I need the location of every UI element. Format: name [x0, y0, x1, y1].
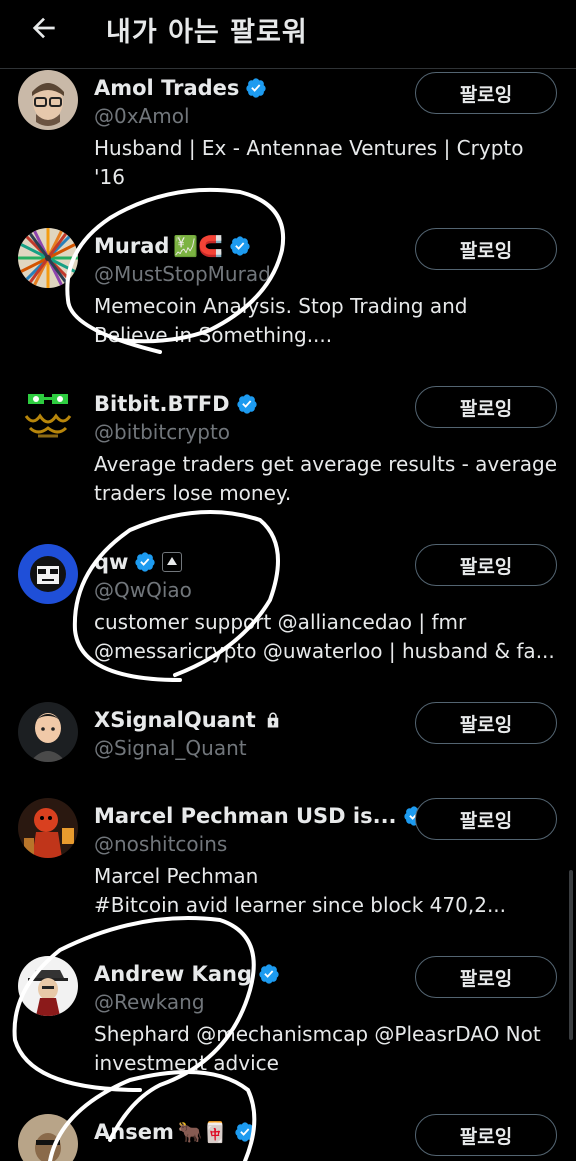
user-name: Murad [94, 234, 170, 258]
list-item[interactable]: qw @QwQiao customer support @alliancedao… [0, 542, 576, 698]
user-name: Amol Trades [94, 76, 240, 100]
bio-line: Average traders get average results - av… [94, 452, 558, 476]
user-name: Bitbit.BTFD [94, 392, 230, 416]
user-name: XSignalQuant [94, 708, 256, 732]
user-handle[interactable]: @Rewkang [94, 990, 205, 1014]
user-bio: Memecoin Analysis. Stop Trading and Beli… [94, 292, 564, 350]
following-button[interactable]: 팔로잉 [415, 1114, 557, 1156]
avatar[interactable] [18, 702, 78, 762]
bio-line: Believe in Something.... [94, 323, 333, 347]
bio-line: #Bitcoin avid learner since block 470,2.… [94, 893, 507, 917]
user-handle[interactable]: @QwQiao [94, 578, 192, 602]
list-item[interactable]: Ansem 🐂🀄 팔로잉 [0, 1112, 576, 1161]
user-name-row: Ansem 🐂🀄 [94, 1117, 256, 1147]
user-bio: Marcel Pechman #Bitcoin avid learner sin… [94, 862, 564, 920]
bio-line: Marcel Pechman [94, 864, 259, 888]
user-name-row: Marcel Pechman USD is... [94, 801, 425, 831]
scrollbar[interactable] [569, 870, 573, 1040]
list-item[interactable]: Bitbit.BTFD @bitbitcrypto Average trader… [0, 384, 576, 540]
user-name: qw [94, 550, 129, 574]
user-name-row: qw [94, 547, 183, 577]
bio-line: '16 [94, 165, 125, 189]
following-button[interactable]: 팔로잉 [415, 956, 557, 998]
user-name-row: XSignalQuant [94, 705, 282, 735]
avatar[interactable] [18, 70, 78, 130]
verified-badge-icon [245, 77, 267, 99]
user-handle[interactable]: @0xAmol [94, 104, 190, 128]
verified-badge-icon [236, 393, 258, 415]
user-name-row: Bitbit.BTFD [94, 389, 258, 419]
page-title: 내가 아는 팔로워 [106, 17, 308, 48]
bio-line: Memecoin Analysis. Stop Trading and [94, 294, 468, 318]
user-bio: customer support @alliancedao | fmr @mes… [94, 608, 564, 666]
user-bio: Shephard @mechanismcap @PleasrDAO Not in… [94, 1020, 564, 1078]
user-bio: Average traders get average results - av… [94, 450, 564, 508]
bio-line: Shephard @mechanismcap @PleasrDAO Not [94, 1022, 541, 1046]
following-button[interactable]: 팔로잉 [415, 386, 557, 428]
list-item[interactable]: Murad 💹🧲 @MustStopMurad Memecoin Analysi… [0, 226, 576, 382]
user-handle[interactable]: @noshitcoins [94, 832, 227, 856]
user-handle[interactable]: @Signal_Quant [94, 736, 247, 760]
verified-badge-icon [229, 235, 251, 257]
list-item[interactable]: Marcel Pechman USD is... @noshitcoins Ma… [0, 796, 576, 952]
following-button[interactable]: 팔로잉 [415, 798, 557, 840]
user-name-row: Amol Trades [94, 73, 267, 103]
following-button[interactable]: 팔로잉 [415, 72, 557, 114]
arrow-left-icon[interactable] [28, 12, 60, 44]
avatar[interactable] [18, 228, 78, 288]
list-item[interactable]: Amol Trades @0xAmol Husband | Ex - Anten… [0, 68, 576, 224]
list-item[interactable]: XSignalQuant @Signal_Quant 팔로잉 [0, 700, 576, 796]
affiliate-badge-icon[interactable] [162, 552, 183, 572]
user-bio: Husband | Ex - Antennae Ventures | Crypt… [94, 134, 564, 192]
user-handle[interactable]: @bitbitcrypto [94, 420, 230, 444]
user-name: Andrew Kang [94, 962, 252, 986]
list-item[interactable]: Andrew Kang @Rewkang Shephard @mechanism… [0, 954, 576, 1110]
name-emoji: 💹🧲 [173, 234, 224, 258]
following-button[interactable]: 팔로잉 [415, 544, 557, 586]
name-emoji: 🐂🀄 [177, 1120, 228, 1144]
verified-badge-icon [234, 1121, 256, 1143]
avatar[interactable] [18, 798, 78, 858]
user-name-row: Andrew Kang [94, 959, 280, 989]
user-name: Ansem [94, 1120, 174, 1144]
avatar[interactable] [18, 1114, 78, 1161]
user-name-row: Murad 💹🧲 [94, 231, 251, 261]
bio-line: customer support @alliancedao | fmr [94, 610, 467, 634]
following-button[interactable]: 팔로잉 [415, 702, 557, 744]
avatar[interactable] [18, 956, 78, 1016]
lock-icon [264, 711, 282, 729]
avatar[interactable] [18, 544, 78, 604]
following-button[interactable]: 팔로잉 [415, 228, 557, 270]
avatar[interactable] [18, 386, 78, 446]
user-name: Marcel Pechman USD is... [94, 804, 397, 828]
bio-line: investment advice [94, 1051, 279, 1075]
bio-line: @messaricrypto @uwaterloo | husband & fa… [94, 639, 555, 663]
user-handle[interactable]: @MustStopMurad [94, 262, 271, 286]
bio-line: Husband | Ex - Antennae Ventures | Crypt… [94, 136, 524, 160]
verified-badge-icon [258, 963, 280, 985]
verified-badge-icon [134, 551, 156, 573]
bio-line: traders lose money. [94, 481, 292, 505]
top-bar: 내가 아는 팔로워 [0, 0, 576, 69]
